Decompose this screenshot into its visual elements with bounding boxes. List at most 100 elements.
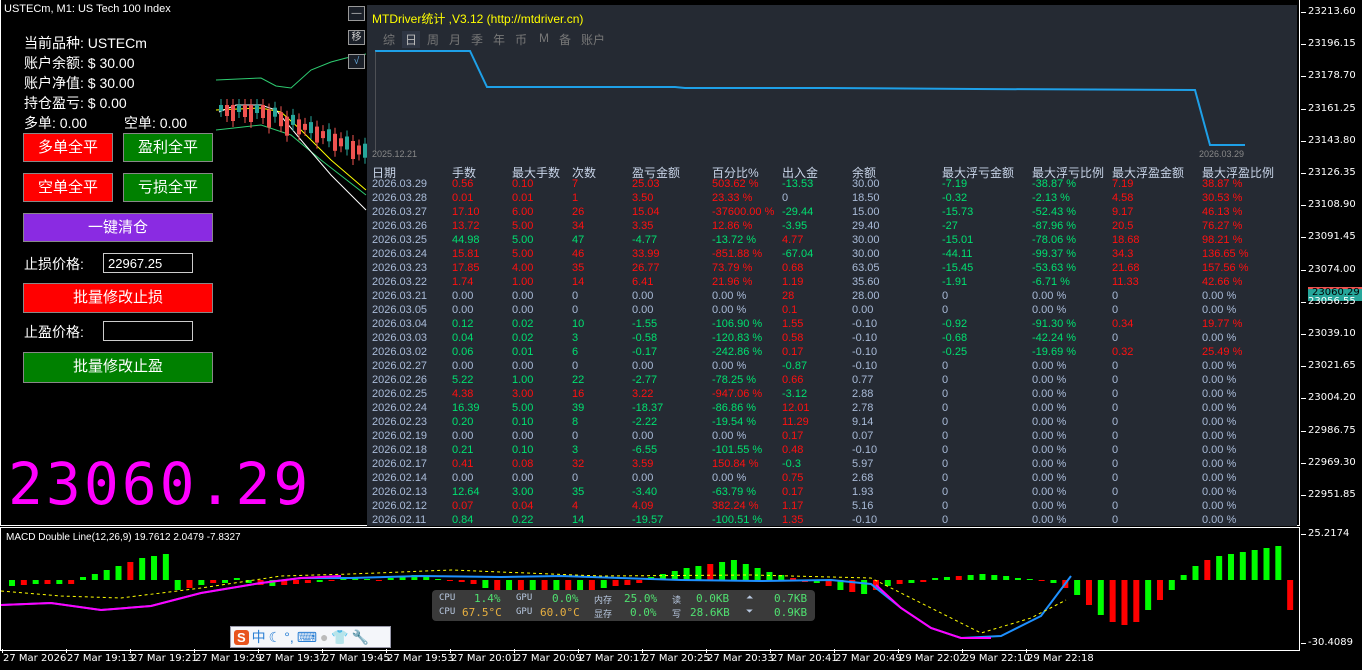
punctuation-icon[interactable]: °, [284,629,294,645]
price-tick: 23143.80 [1301,134,1356,146]
macd-bar [387,578,394,580]
table-cell: -242.86 % [712,346,763,358]
table-cell: -0.10 [852,514,878,526]
table-cell: 34.3 [1112,248,1134,260]
tab-1[interactable]: 日 [402,31,421,48]
balance-row: 账户余额: $ 30.00 [24,53,135,73]
price-tick: 23091.45 [1301,231,1356,243]
table-cell: 0.00 % [1032,514,1067,526]
table-cell: 0.00 [852,304,874,316]
table-cell: 9.17 [1112,206,1134,218]
chinese-mode-button[interactable]: 中 [252,627,266,647]
moon-icon[interactable]: ☾ [269,629,282,646]
table-cell: 15.81 [452,248,480,260]
table-cell: 2026.02.12 [372,500,428,512]
time-tick: 27 Mar 19:37 [258,649,326,664]
tab-7[interactable]: M [536,31,552,45]
price-tick: 23021.65 [1301,360,1356,372]
tab-8[interactable]: 备 [556,31,574,48]
table-cell: 23.33 % [712,192,753,204]
candle [285,116,289,136]
table-cell: 0 [942,444,949,456]
candle [267,109,271,128]
tab-6[interactable]: 币 [512,31,530,48]
table-cell: 0.00 % [1202,514,1237,526]
table-cell: -947.06 % [712,388,763,400]
macd-bar [1133,580,1140,622]
close-short-button[interactable]: 空单全平 [23,173,113,202]
table-cell: 2026.02.26 [372,374,428,386]
table-cell: -13.53 [782,178,814,190]
gpu-temp: 60.0°C [540,606,580,619]
table-cell: -3.12 [782,388,808,400]
table-cell: 0.00 % [1202,388,1237,400]
macd-bar [375,580,382,581]
modify-stop-loss-button[interactable]: 批量修改止损 [23,283,213,313]
close-all-button[interactable]: 一键清仓 [23,213,213,242]
table-cell: -0.10 [852,318,878,330]
table-cell: -0.10 [852,346,878,358]
move-button[interactable]: 移 [348,30,365,45]
tab-4[interactable]: 季 [468,31,486,48]
macd-bar [446,580,453,581]
macd-bar [56,580,63,584]
take-profit-input[interactable] [103,321,193,341]
macd-bar [1251,550,1258,580]
table-cell: 63.05 [852,262,880,274]
memory-label: 内存 [594,596,613,606]
tab-9[interactable]: 账户 [578,31,608,48]
macd-bar [470,580,477,584]
time-tick: 27 Mar 20:09 [514,649,582,664]
long-row: 多单: 0.00 [24,113,87,133]
table-cell: 0.00 % [1202,472,1237,484]
macd-bar [1109,580,1116,622]
tab-2[interactable]: 周 [424,31,442,48]
table-cell: 0.00 [452,290,474,302]
table-cell: 2026.03.02 [372,346,428,358]
macd-bar [1287,580,1294,610]
table-cell: -0.32 [942,192,968,204]
ime-toolbar[interactable]: S 中 ☾ °, ⌨ ● 👕 🔧 [230,626,391,648]
table-cell: 16 [572,388,585,400]
table-cell: 382.24 % [712,500,759,512]
macd-bar [68,580,75,584]
close-long-button[interactable]: 多单全平 [23,133,113,162]
macd-bar [695,566,702,580]
price-tick: 22969.30 [1301,456,1356,468]
keyboard-icon[interactable]: ⌨ [297,629,317,646]
settings-icon[interactable]: 🔧 [352,629,369,646]
tab-5[interactable]: 年 [490,31,508,48]
modify-take-profit-button[interactable]: 批量修改止盈 [23,352,213,383]
macd-subwindow[interactable] [0,527,1300,651]
sogou-logo-icon[interactable]: S [234,629,249,645]
table-cell: 0.02 [512,332,534,344]
stop-loss-input[interactable] [103,253,193,273]
table-cell: 1.00 [512,374,534,386]
pnl-value: $ 0.00 [87,95,127,111]
minimize-button[interactable]: — [348,6,365,21]
check-button[interactable]: √ [348,54,365,69]
skin-icon[interactable]: 👕 [331,629,348,646]
table-cell: -0.58 [632,332,658,344]
macd-bar [766,572,773,580]
table-cell: 0 [1112,290,1119,302]
price-tick: 23126.35 [1301,167,1356,178]
table-cell: 98.21 % [1202,234,1243,246]
macd-bar [174,580,181,590]
close-loss-button[interactable]: 亏损全平 [123,173,213,202]
table-cell: 14 [572,276,585,288]
table-cell: 3 [572,332,579,344]
table-cell: 2026.03.24 [372,248,428,260]
close-profit-button[interactable]: 盈利全平 [123,133,213,162]
table-cell: 0 [572,472,579,484]
table-cell: 1.35 [782,514,804,526]
table-cell: -4.77 [632,234,658,246]
tab-3[interactable]: 月 [446,31,464,48]
table-cell: 0.1 [782,304,798,316]
equity-curve-chart [375,50,1245,152]
macd-bar [186,580,193,588]
user-icon[interactable]: ● [320,629,328,645]
table-cell: 0.00 [452,472,474,484]
tab-0[interactable]: 综 [380,31,398,48]
table-cell: 11.29 [782,416,809,428]
